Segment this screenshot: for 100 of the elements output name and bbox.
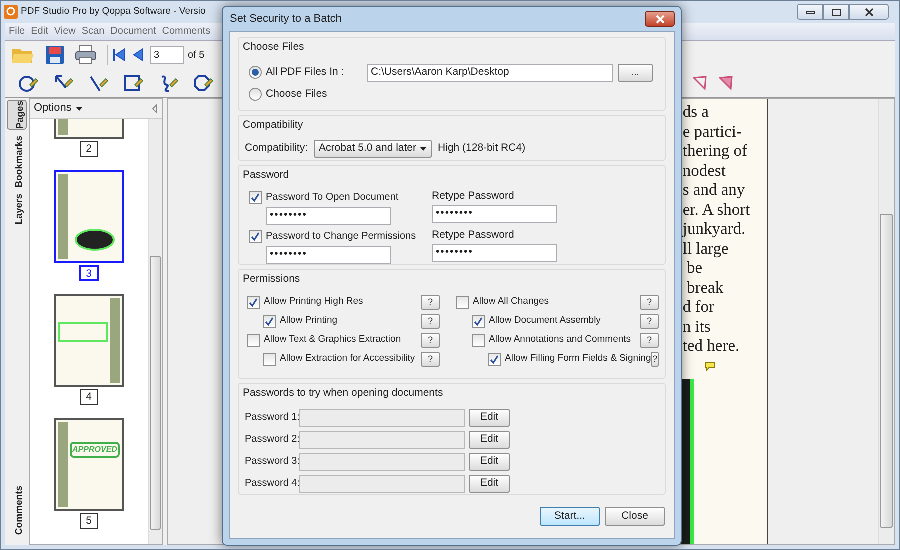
edit-button[interactable]: Edit bbox=[469, 452, 510, 471]
encryption-level: High (128-bit RC4) bbox=[438, 140, 526, 156]
radio-label: All PDF Files In : bbox=[266, 64, 344, 80]
edit-button[interactable]: Edit bbox=[469, 474, 510, 493]
checkbox[interactable] bbox=[247, 334, 260, 347]
password-slot-label: Password 1: bbox=[245, 411, 299, 426]
first-page-icon[interactable] bbox=[112, 48, 126, 62]
close-icon[interactable] bbox=[645, 11, 675, 27]
password-field[interactable]: •••••••• bbox=[266, 246, 391, 264]
scrollbar[interactable] bbox=[148, 119, 162, 544]
side-tab[interactable]: Pages bbox=[7, 100, 27, 130]
save-icon[interactable] bbox=[45, 45, 65, 65]
triangle-icon[interactable] bbox=[693, 75, 709, 91]
password-option-label: Password To Open Document bbox=[266, 190, 399, 205]
side-tab[interactable]: Layers bbox=[7, 194, 27, 224]
help-button[interactable]: ? bbox=[421, 332, 440, 348]
checkbox[interactable] bbox=[249, 190, 262, 204]
approved-stamp: APPROVED bbox=[70, 442, 120, 458]
password-field[interactable]: •••••••• bbox=[266, 206, 391, 225]
help-button[interactable]: ? bbox=[640, 314, 659, 329]
document-text-line: nodest bbox=[682, 160, 727, 180]
menu-item[interactable]: Edit bbox=[31, 24, 48, 39]
app-logo-icon bbox=[4, 5, 18, 19]
retype-label: Retype Password bbox=[432, 190, 516, 203]
checkbox[interactable] bbox=[472, 334, 485, 347]
help-button[interactable]: ? bbox=[651, 352, 659, 367]
password-option-label: Password to Change Permissions bbox=[266, 230, 416, 244]
menu-item[interactable]: Document bbox=[110, 24, 156, 39]
side-tab[interactable]: Comments bbox=[7, 486, 27, 535]
permission-label: Allow Extraction for Accessibility bbox=[280, 352, 416, 366]
page-thumbnail[interactable] bbox=[54, 294, 124, 387]
page-count: of 5 bbox=[188, 48, 205, 62]
password-slot-field[interactable] bbox=[299, 474, 465, 493]
permission-label: Allow Printing bbox=[280, 314, 338, 328]
dialog-button[interactable]: Close bbox=[605, 507, 665, 526]
octagon-pencil-icon[interactable] bbox=[192, 72, 214, 94]
page-thumbnail[interactable] bbox=[54, 170, 124, 263]
password-slot-field[interactable] bbox=[299, 452, 465, 471]
note-icon[interactable] bbox=[704, 362, 715, 370]
filled-triangle-icon[interactable] bbox=[719, 75, 735, 91]
document-text-line: n its bbox=[682, 316, 712, 336]
document-text-line: break bbox=[686, 278, 725, 297]
browse-button[interactable]: ... bbox=[618, 64, 653, 82]
document-text-line: junkyard. bbox=[681, 219, 747, 238]
retype-password-field[interactable]: •••••••• bbox=[432, 244, 557, 262]
collapse-icon[interactable] bbox=[152, 104, 158, 114]
checkbox[interactable] bbox=[247, 296, 260, 309]
document-text-line: e partici- bbox=[682, 122, 743, 141]
dialog-button[interactable]: Start... bbox=[540, 507, 600, 526]
checkbox[interactable] bbox=[263, 352, 276, 366]
help-button[interactable]: ? bbox=[421, 352, 440, 367]
edit-button[interactable]: Edit bbox=[469, 430, 510, 449]
menu-item[interactable]: View bbox=[54, 24, 76, 39]
menu-item[interactable]: File bbox=[9, 24, 26, 39]
radio-button[interactable] bbox=[249, 88, 262, 102]
window-title: PDF Studio Pro by Qoppa Software - Versio bbox=[21, 4, 206, 19]
permission-label: Allow Document Assembly bbox=[489, 314, 601, 328]
checkbox[interactable] bbox=[456, 296, 469, 309]
dialog-title: Set Security to a Batch bbox=[229, 12, 342, 27]
menu-item[interactable]: Comments bbox=[162, 24, 211, 39]
previous-page-icon[interactable] bbox=[132, 48, 144, 62]
password-slot-field[interactable] bbox=[299, 408, 465, 427]
square-pencil-icon[interactable] bbox=[122, 72, 144, 94]
scrollbar[interactable] bbox=[878, 99, 894, 544]
side-tab[interactable]: Bookmarks bbox=[7, 136, 27, 188]
page-number-field[interactable]: 3 bbox=[150, 46, 184, 64]
printer-icon[interactable] bbox=[75, 45, 97, 65]
folder-field[interactable]: C:\Users\Aaron Karp\Desktop bbox=[367, 64, 613, 82]
password-slot-field[interactable] bbox=[299, 430, 465, 449]
checkbox[interactable] bbox=[472, 314, 485, 328]
compatibility-dropdown[interactable]: Acrobat 5.0 and later bbox=[314, 140, 432, 158]
maximize-icon[interactable] bbox=[823, 4, 849, 20]
help-button[interactable]: ? bbox=[421, 314, 440, 329]
highlight-box bbox=[58, 322, 108, 342]
retype-password-field[interactable]: •••••••• bbox=[432, 204, 557, 223]
radio-label: Choose Files bbox=[266, 86, 328, 102]
help-button[interactable]: ? bbox=[640, 294, 659, 310]
checkbox[interactable] bbox=[249, 230, 262, 243]
permission-label: Allow Annotations and Comments bbox=[489, 333, 632, 348]
checkbox[interactable] bbox=[488, 352, 501, 366]
help-button[interactable]: ? bbox=[421, 294, 440, 310]
retype-label: Retype Password bbox=[432, 228, 516, 242]
password-slot-label: Password 4: bbox=[245, 477, 299, 492]
help-button[interactable]: ? bbox=[640, 332, 659, 348]
close-icon[interactable] bbox=[849, 4, 889, 20]
document-text-line: er. A short bbox=[682, 200, 752, 219]
password-slot-label: Password 2: bbox=[245, 433, 299, 448]
group-heading: Password bbox=[242, 168, 290, 183]
permission-label: Allow Filling Form Fields & Signing bbox=[505, 352, 652, 366]
edit-button[interactable]: Edit bbox=[469, 408, 510, 427]
page-number: 4 bbox=[80, 389, 98, 405]
document-text-line: s and any bbox=[682, 180, 746, 200]
document-text-line: ted here. bbox=[682, 336, 741, 356]
minimize-icon[interactable] bbox=[797, 4, 823, 20]
document-text-line: ds a bbox=[682, 102, 710, 122]
menu-item[interactable]: Scan bbox=[82, 24, 105, 39]
group-heading: Choose Files bbox=[242, 40, 306, 55]
permission-label: Allow All Changes bbox=[473, 295, 550, 310]
radio-button[interactable] bbox=[249, 66, 262, 80]
checkbox[interactable] bbox=[263, 314, 276, 328]
